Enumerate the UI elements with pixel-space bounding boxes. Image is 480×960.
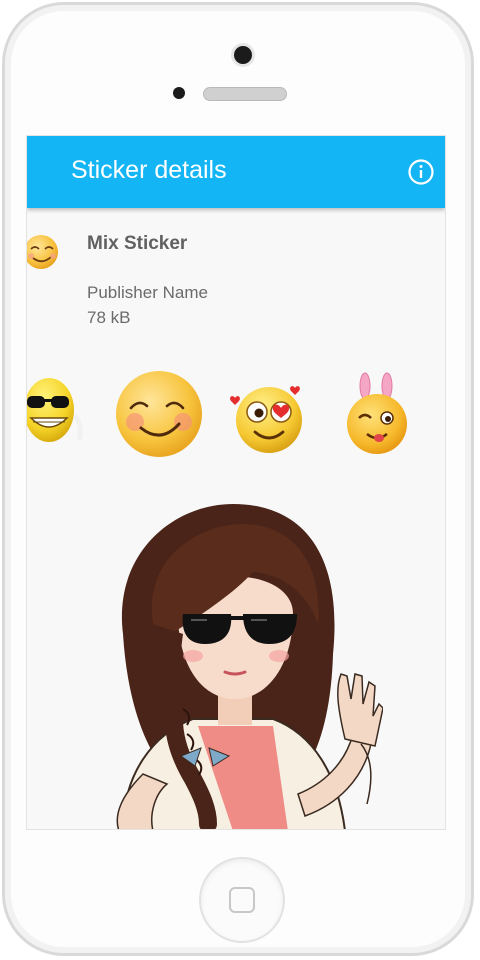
- sticker-sunglasses-grin[interactable]: [26, 372, 87, 452]
- front-camera: [234, 46, 252, 64]
- app-bar: Sticker details: [27, 136, 445, 208]
- app-screen: Sticker details Mix Sticker Publisher Na…: [26, 135, 446, 830]
- sticker-smiling-blush[interactable]: [113, 368, 205, 460]
- page-title: Sticker details: [71, 156, 227, 184]
- info-icon[interactable]: [407, 158, 435, 186]
- preview-sticker-girl-waving[interactable]: [83, 494, 383, 830]
- pack-tray-icon: [27, 235, 58, 269]
- pack-size: 78 kB: [87, 308, 131, 327]
- proximity-sensor: [173, 87, 185, 99]
- pack-name: Mix Sticker: [87, 233, 188, 254]
- home-button[interactable]: [199, 857, 285, 943]
- earpiece-speaker: [203, 87, 287, 101]
- home-square-icon: [229, 887, 255, 913]
- publisher-name: Publisher Name: [87, 283, 208, 302]
- sticker-bunny-ears-wink[interactable]: [341, 372, 413, 456]
- sticker-heart-eyes[interactable]: [229, 380, 307, 454]
